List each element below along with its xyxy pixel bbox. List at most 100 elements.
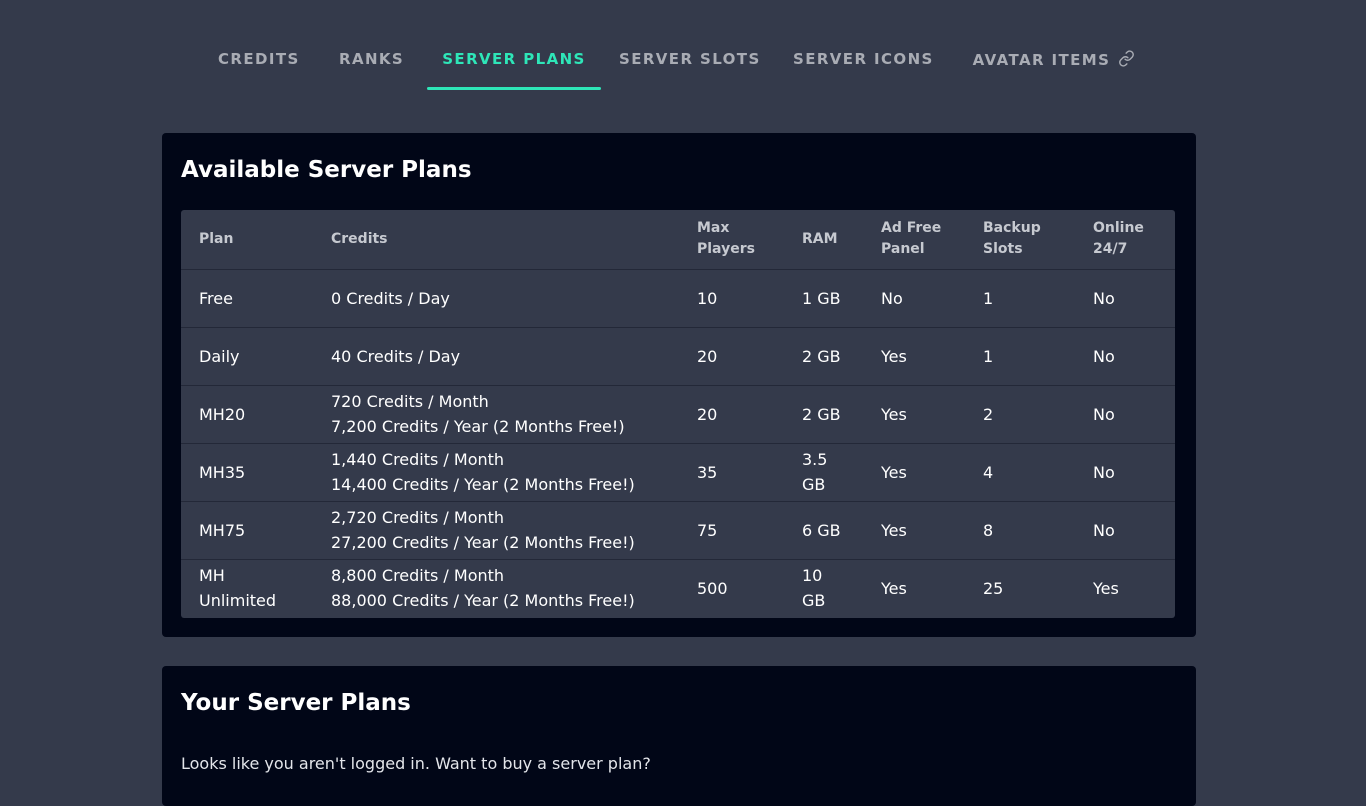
cell-plan: Daily [181, 327, 313, 385]
cell-plan: Free [181, 269, 313, 327]
cell-ad-free: Yes [863, 443, 965, 501]
header-text: 24/7 [1093, 241, 1128, 258]
cell-text: Free [199, 288, 233, 308]
tab-server-plans[interactable]: SERVER PLANS [427, 50, 601, 90]
cell-text: No [1093, 462, 1115, 482]
cell-text: 75 [697, 520, 718, 540]
cell-text: 2 GB [802, 346, 841, 366]
column-header-plan: Plan [181, 210, 313, 270]
cell-max-players: 10 [679, 269, 784, 327]
header-text: Backup [983, 220, 1041, 237]
cell-text: 88,000 Credits / Year (2 Months Free!) [331, 591, 635, 611]
cell-text: MH20 [199, 404, 246, 424]
header-text: Panel [881, 241, 925, 258]
cell-text: Yes [881, 346, 907, 366]
cell-max-players: 20 [679, 385, 784, 443]
external-link-icon [1119, 50, 1135, 67]
cell-text: 27,200 Credits / Year (2 Months Free!) [331, 533, 635, 552]
cell-text: No [1093, 346, 1115, 366]
header-text: Slots [983, 241, 1023, 258]
cell-credits: 720 Credits / Month 7,200 Credits / Year … [313, 385, 679, 443]
tab-server-icons[interactable]: SERVER ICONS [793, 50, 934, 90]
cell-max-players: 20 [679, 327, 784, 385]
cell-text: MH35 [199, 462, 246, 482]
cell-ad-free: Yes [863, 559, 965, 617]
cell-text: Yes [1093, 578, 1119, 598]
cell-text: Yes [881, 462, 907, 482]
cell-text: GB [802, 475, 826, 494]
cell-text: 1 [983, 288, 994, 308]
tab-label: SERVER ICONS [793, 50, 934, 68]
tab-label: AVATAR ITEMS [972, 51, 1111, 69]
table-header-row: Plan Credits Max Players RAM Ad Free Panel Back… [181, 210, 1175, 270]
column-header-max-players: Max Players [679, 210, 784, 270]
cell-backup-slots: 1 [965, 269, 1075, 327]
cell-text: 1,440 Credits / Month [331, 450, 505, 469]
tab-credits[interactable]: CREDITS [218, 50, 298, 90]
cell-online: No [1075, 269, 1175, 327]
cell-text: 20 [697, 404, 718, 424]
cell-text: No [1093, 520, 1115, 540]
header-text: Ad Free [881, 220, 942, 237]
cell-backup-slots: 8 [965, 501, 1075, 559]
header-text: RAM [802, 230, 838, 247]
login-message: Looks like you aren't logged in. Want to… [181, 754, 651, 773]
cell-online: No [1075, 501, 1175, 559]
cell-text: Yes [881, 520, 907, 540]
table-row: Free 0 Credits / Day 10 1 GB No 1 No [181, 269, 1175, 327]
tab-ranks[interactable]: RANKS [339, 50, 403, 90]
cell-text: 720 Credits / Month [331, 392, 489, 411]
cell-text: 2 [983, 404, 994, 424]
tab-label: CREDITS [218, 50, 300, 68]
cell-text: Daily [199, 346, 240, 366]
cell-online: No [1075, 327, 1175, 385]
cell-text: 35 [697, 462, 718, 482]
plan-tabs: CREDITS RANKS SERVER PLANS SERVER SLOTS … [0, 0, 1366, 90]
cell-ram: 6 GB [784, 501, 863, 559]
cell-text: 0 Credits / Day [331, 288, 450, 308]
cell-ram: 1 GB [784, 269, 863, 327]
card-title: Your Server Plans [181, 690, 411, 716]
card-title: Available Server Plans [181, 157, 472, 183]
cell-online: Yes [1075, 559, 1175, 617]
cell-text: MH75 [199, 520, 246, 540]
cell-ad-free: Yes [863, 501, 965, 559]
cell-text: 4 [983, 462, 994, 482]
cell-max-players: 35 [679, 443, 784, 501]
cell-text: 20 [697, 346, 718, 366]
cell-plan: MH Unlimited [181, 559, 313, 617]
column-header-backup-slots: Backup Slots [965, 210, 1075, 270]
cell-text: No [881, 288, 903, 308]
cell-online: No [1075, 385, 1175, 443]
tab-avatar-items[interactable]: AVATAR ITEMS [969, 50, 1139, 90]
cell-text: 2,720 Credits / Month [331, 508, 505, 527]
cell-plan: MH35 [181, 443, 313, 501]
cell-text: 8 [983, 520, 994, 540]
cell-plan: MH75 [181, 501, 313, 559]
tab-label: SERVER SLOTS [619, 50, 761, 68]
cell-max-players: 500 [679, 559, 784, 617]
cell-text: Unlimited [199, 591, 277, 611]
cell-backup-slots: 25 [965, 559, 1075, 617]
column-header-credits: Credits [313, 210, 679, 270]
cell-text: 500 [697, 578, 728, 598]
cell-text: 7,200 Credits / Year (2 Months Free!) [331, 417, 625, 436]
cell-ram: 3.5 GB [784, 443, 863, 501]
column-header-ram: RAM [784, 210, 863, 270]
cell-text: GB [802, 591, 826, 611]
table-row: MH35 1,440 Credits / Month 14,400 Credits … [181, 443, 1175, 501]
tab-label: SERVER PLANS [442, 50, 586, 68]
cell-text: 25 [983, 578, 1004, 598]
cell-backup-slots: 2 [965, 385, 1075, 443]
tab-label: RANKS [339, 50, 405, 68]
header-text: Plan [199, 230, 234, 247]
cell-text: MH [199, 566, 225, 586]
header-text: Max [697, 220, 730, 237]
cell-text: No [1093, 404, 1115, 424]
cell-max-players: 75 [679, 501, 784, 559]
table-row: MH20 720 Credits / Month 7,200 Credits / Y… [181, 385, 1175, 443]
table-row: Daily 40 Credits / Day 20 2 GB Yes 1 No [181, 327, 1175, 385]
tab-server-slots[interactable]: SERVER SLOTS [619, 50, 759, 90]
cell-backup-slots: 1 [965, 327, 1075, 385]
cell-credits: 2,720 Credits / Month 27,200 Credits / Ye… [313, 501, 679, 559]
